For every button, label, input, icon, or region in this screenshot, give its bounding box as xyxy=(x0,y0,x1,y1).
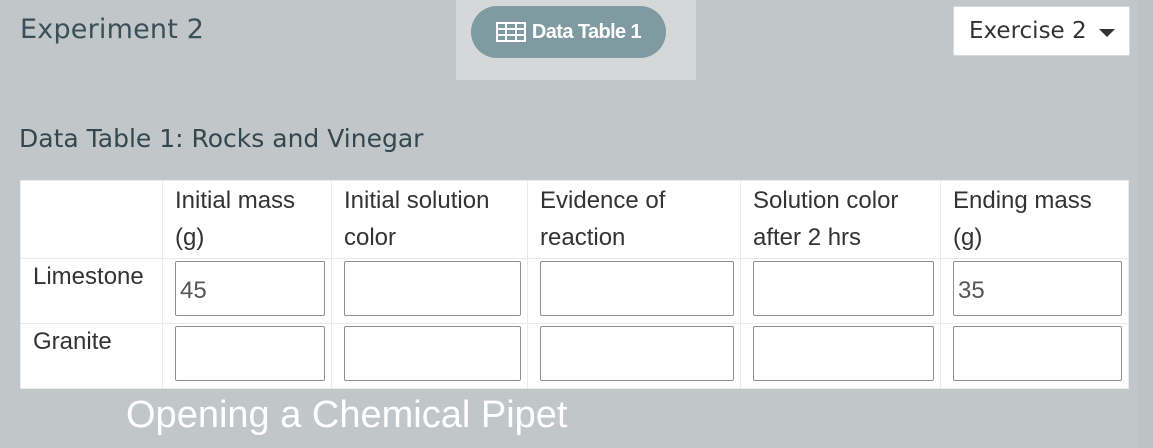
granite-ending-mass-input[interactable] xyxy=(953,326,1122,381)
exercise-select-value: Exercise 2 xyxy=(969,18,1087,44)
experiment-title: Experiment 2 xyxy=(20,14,205,45)
tab-data-table-1[interactable]: Data Table 1 xyxy=(471,6,666,58)
column-header-initial-mass: Initial mass (g) xyxy=(162,180,332,259)
limestone-initial-mass-input[interactable]: 45 xyxy=(175,261,325,316)
column-header-evidence-of-reaction: Evidence of reaction xyxy=(527,180,741,259)
table-row-granite: Granite xyxy=(20,323,1129,389)
page-scrollbar[interactable] xyxy=(1137,0,1153,448)
chevron-down-icon xyxy=(1099,29,1115,37)
limestone-evidence-of-reaction-input[interactable] xyxy=(540,261,734,316)
row-label-granite: Granite xyxy=(20,323,163,389)
tab-label: Data Table 1 xyxy=(531,20,642,43)
granite-evidence-of-reaction-input[interactable] xyxy=(540,326,734,381)
limestone-initial-solution-color-input[interactable] xyxy=(344,261,521,316)
video-caption: Opening a Chemical Pipet xyxy=(126,394,568,436)
column-header-ending-mass: Ending mass (g) xyxy=(940,180,1129,259)
limestone-ending-mass-input[interactable]: 35 xyxy=(953,261,1122,316)
column-header-initial-solution-color: Initial solution color xyxy=(331,180,528,259)
granite-solution-color-after-2-hrs-input[interactable] xyxy=(753,326,934,381)
table-row-limestone: Limestone 45 35 xyxy=(20,258,1129,324)
tab-bar: Data Table 1 xyxy=(456,0,696,80)
granite-initial-mass-input[interactable] xyxy=(175,326,325,381)
data-table-title: Data Table 1: Rocks and Vinegar xyxy=(19,124,424,153)
granite-initial-solution-color-input[interactable] xyxy=(344,326,521,381)
header-row: Initial mass (g) Initial solution color Ev… xyxy=(20,180,1129,259)
corner-cell xyxy=(20,180,163,259)
data-table: Initial mass (g) Initial solution color Ev… xyxy=(20,180,1129,389)
exercise-select[interactable]: Exercise 2 xyxy=(953,6,1130,56)
column-header-solution-color-after-2-hrs: Solution color after 2 hrs xyxy=(740,180,941,259)
limestone-solution-color-after-2-hrs-input[interactable] xyxy=(753,261,934,316)
row-label-limestone: Limestone xyxy=(20,258,163,324)
table-icon xyxy=(495,22,526,42)
